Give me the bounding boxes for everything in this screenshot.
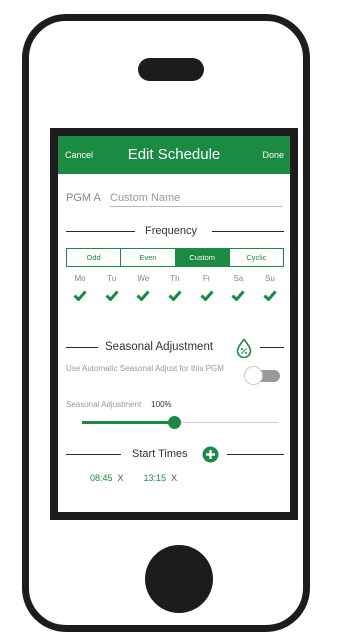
day-checkbox-su[interactable]: Su xyxy=(256,274,284,301)
percent-drop-icon xyxy=(236,338,252,358)
day-label: Su xyxy=(265,274,275,283)
pgm-name-row: PGM A Custom Name xyxy=(66,188,282,208)
check-icon xyxy=(168,290,182,301)
check-icon xyxy=(200,290,214,301)
day-checkbox-th[interactable]: Th xyxy=(161,274,189,301)
check-icon xyxy=(136,290,150,301)
custom-name-underline xyxy=(110,206,282,207)
check-icon xyxy=(73,290,87,301)
divider-line xyxy=(66,454,121,455)
divider-line xyxy=(260,347,284,348)
start-time-2[interactable]: 13:15 xyxy=(144,473,167,483)
seasonal-adjustment-row: Seasonal Adjustment 100% xyxy=(66,400,172,409)
auto-seasonal-label: Use Automatic Seasonal Adjust for this P… xyxy=(66,364,224,373)
divider-line xyxy=(227,454,284,455)
seasonal-adjustment-value: 100% xyxy=(151,400,172,409)
phone-speaker xyxy=(138,58,204,81)
day-label: We xyxy=(137,274,150,283)
done-button[interactable]: Done xyxy=(262,150,284,160)
start-time-1[interactable]: 08:45 xyxy=(90,473,113,483)
app-header: Cancel Edit Schedule Done xyxy=(58,136,290,174)
day-checkbox-fr[interactable]: Fr xyxy=(193,274,221,301)
auto-seasonal-toggle[interactable] xyxy=(242,366,282,386)
divider-line xyxy=(66,347,98,348)
segment-cyclic[interactable]: Cyclic xyxy=(230,249,283,266)
pgm-label: PGM A xyxy=(66,192,101,204)
start-times-header: Start Times xyxy=(66,445,284,465)
day-checkbox-tu[interactable]: Tu xyxy=(98,274,126,301)
check-icon xyxy=(263,290,277,301)
day-checkbox-mo[interactable]: Mo xyxy=(66,274,94,301)
remove-time-1-button[interactable]: X xyxy=(118,473,124,483)
seasonal-title: Seasonal Adjustment xyxy=(105,341,214,353)
check-icon xyxy=(231,290,245,301)
home-button[interactable] xyxy=(145,545,213,613)
day-label: Mo xyxy=(74,274,86,283)
segment-custom[interactable]: Custom xyxy=(175,249,230,266)
day-checkbox-sa[interactable]: Sa xyxy=(224,274,252,301)
start-times-list: 08:45 X 13:15 X xyxy=(90,473,197,483)
divider-line xyxy=(212,231,284,232)
remove-time-2-button[interactable]: X xyxy=(171,473,177,483)
segment-even[interactable]: Even xyxy=(121,249,176,266)
seasonal-adjustment-label: Seasonal Adjustment xyxy=(66,400,142,409)
auto-seasonal-row: Use Automatic Seasonal Adjust for this P… xyxy=(66,364,284,390)
start-times-title: Start Times xyxy=(132,448,188,460)
check-icon xyxy=(105,290,119,301)
slider-handle[interactable] xyxy=(168,416,182,429)
seasonal-slider[interactable] xyxy=(82,416,278,430)
segment-odd[interactable]: Odd xyxy=(67,249,122,266)
frequency-title: Frequency xyxy=(145,225,197,237)
frequency-header: Frequency xyxy=(66,222,284,242)
day-label: Fr xyxy=(202,274,211,283)
divider-line xyxy=(66,231,135,232)
custom-name-input[interactable]: Custom Name xyxy=(110,192,180,204)
seasonal-header: Seasonal Adjustment xyxy=(66,338,284,358)
day-checkbox-we[interactable]: We xyxy=(129,274,157,301)
plus-circle-icon[interactable] xyxy=(202,446,219,463)
day-checkboxes: Mo Tu We Th Fr Sa Su xyxy=(66,274,284,301)
toggle-thumb xyxy=(244,366,263,385)
app-screen: Cancel Edit Schedule Done PGM A Custom N… xyxy=(58,136,290,512)
slider-fill xyxy=(82,421,175,424)
page-title: Edit Schedule xyxy=(127,146,221,163)
day-label: Tu xyxy=(107,274,117,283)
frequency-selector: Odd Even Custom Cyclic xyxy=(66,248,284,267)
day-label: Th xyxy=(170,274,180,283)
day-label: Sa xyxy=(233,274,244,283)
